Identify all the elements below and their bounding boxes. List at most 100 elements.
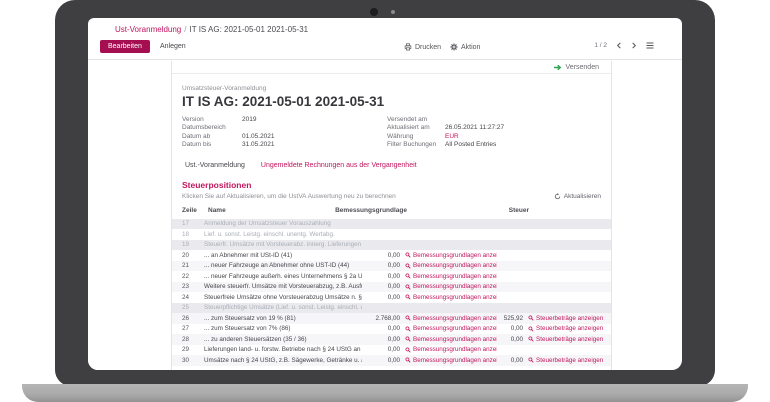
row-name: ... neuer Fahrzeuge außerh. eines Untern…: [204, 273, 362, 280]
chevron-right-icon: [631, 42, 637, 49]
show-base-amounts-link[interactable]: Bemessungsgrundlagen anzeigen: [405, 325, 497, 332]
document-card: Versenden Umsatzsteuer-Voranmeldung IT I…: [172, 61, 612, 370]
base-link-label: Bemessungsgrundlagen anzeigen: [413, 346, 497, 353]
print-button[interactable]: Drucken: [404, 43, 441, 51]
next-page-button[interactable]: [631, 42, 637, 49]
meta-value: 2019: [242, 116, 256, 124]
breadcrumb-separator: /: [184, 25, 186, 34]
magnifier-icon: [405, 273, 411, 279]
row-name: Anmeldung der Umsatzsteuer Vorauszahlung: [204, 220, 362, 227]
meta-label: Datumsbereich: [182, 124, 242, 132]
row-line-number: 23: [182, 283, 204, 290]
tab-unreported-invoices[interactable]: Ungemeldete Rechnungen aus der Vergangen…: [261, 162, 417, 169]
edit-button[interactable]: Bearbeiten: [100, 40, 150, 53]
table-row: 24 Steuerfreie Umsätze ohne Vorsteuerabz…: [172, 292, 611, 303]
refresh-button[interactable]: Aktualisieren: [554, 193, 601, 200]
row-line-number: 20: [182, 252, 204, 259]
metadata-right-column: Versendet am Aktualisiert am26.05.2021 1…: [387, 116, 601, 150]
magnifier-icon: [405, 326, 411, 332]
tax-link-label: Steuerbeträge anzeigen: [536, 315, 603, 322]
breadcrumb: Ust-Voranmeldung/IT IS AG: 2021-05-01 20…: [115, 25, 308, 34]
refresh-icon: [554, 193, 561, 200]
create-button[interactable]: Anlegen: [154, 40, 192, 53]
row-base-value: 0,00: [366, 325, 400, 332]
base-link-label: Bemessungsgrundlagen anzeigen: [413, 315, 497, 322]
row-line-number: 29: [182, 346, 204, 353]
show-base-amounts-link[interactable]: Bemessungsgrundlagen anzeigen: [405, 283, 497, 290]
page-title: IT IS AG: 2021-05-01 2021-05-31: [182, 94, 601, 109]
show-tax-amounts-link[interactable]: Steuerbeträge anzeigen: [528, 357, 603, 364]
row-name: Steuerfr. Umsätze mit Vorsteuerabz. inne…: [204, 241, 362, 248]
tab-ustva[interactable]: Ust.-Voranmeldung: [185, 162, 245, 169]
base-link-label: Bemessungsgrundlagen anzeigen: [413, 336, 497, 343]
meta-label: Datum bis: [182, 141, 242, 149]
row-tax-value: 0,00: [497, 325, 523, 332]
list-view-button[interactable]: [646, 42, 654, 49]
row-base-value: 0,00: [366, 336, 400, 343]
table-header: Zeile Name Bemessungsgrundlage Steuer: [182, 207, 601, 219]
row-name: Lief. u. sonst. Leistg. einschl. unentg.…: [204, 231, 362, 238]
menu-icon: [646, 42, 654, 49]
base-link-label: Bemessungsgrundlagen anzeigen: [413, 357, 497, 364]
row-line-number: 30: [182, 357, 204, 364]
magnifier-icon: [405, 315, 411, 321]
tax-link-label: Steuerbeträge anzeigen: [536, 357, 603, 364]
show-base-amounts-link[interactable]: Bemessungsgrundlagen anzeigen: [405, 252, 497, 259]
doc-type-label: Umsatzsteuer-Voranmeldung: [182, 85, 601, 92]
magnifier-icon: [405, 252, 411, 258]
chevron-left-icon: [616, 42, 622, 49]
printer-icon: [404, 43, 412, 51]
row-base-value: 0,00: [366, 262, 400, 269]
meta-value: All Posted Entries: [445, 141, 496, 149]
left-sidebar: [88, 61, 172, 370]
action-label: Aktion: [461, 44, 480, 51]
table-row: 18 Lief. u. sonst. Leistg. einschl. unen…: [172, 229, 611, 240]
column-header-tax: Steuer: [509, 207, 529, 214]
magnifier-icon: [405, 347, 411, 353]
row-base-value: 0,00: [366, 273, 400, 280]
prev-page-button[interactable]: [616, 42, 622, 49]
table-row: 17 Anmeldung der Umsatzsteuer Vorauszahl…: [172, 219, 611, 230]
page: Ust-Voranmeldung/ IT IS AG: 2021-05-01 20…: [0, 0, 770, 402]
table-row: 21 ... neuer Fahrzeuge an Abnehmer ohne …: [172, 261, 611, 272]
row-line-number: 22: [182, 273, 204, 280]
meta-label: Filter Buchungen: [387, 141, 445, 149]
arrow-right-icon: [553, 64, 562, 71]
meta-value: 31.05.2021: [242, 141, 275, 149]
row-base-value: 0,00: [366, 357, 400, 364]
show-base-amounts-link[interactable]: Bemessungsgrundlagen anzeigen: [405, 346, 497, 353]
action-menu-button[interactable]: Aktion: [450, 43, 480, 51]
show-base-amounts-link[interactable]: Bemessungsgrundlagen anzeigen: [405, 294, 497, 301]
meta-label: Aktualisiert am: [387, 124, 445, 132]
send-button[interactable]: Versenden: [566, 64, 599, 71]
pagination: 1 / 2: [594, 42, 654, 49]
row-tax-value: 525,92: [497, 315, 523, 322]
show-base-amounts-link[interactable]: Bemessungsgrundlagen anzeigen: [405, 273, 497, 280]
table-row: 29 Lieferungen land- u. forstw. Betriebe…: [172, 345, 611, 356]
camera-icon: [370, 8, 378, 16]
breadcrumb-section-link[interactable]: Ust-Voranmeldung: [115, 25, 181, 34]
show-tax-amounts-link[interactable]: Steuerbeträge anzeigen: [528, 325, 603, 332]
row-base-value: 2.768,00: [366, 315, 400, 322]
base-link-label: Bemessungsgrundlagen anzeigen: [413, 262, 497, 269]
show-tax-amounts-link[interactable]: Steuerbeträge anzeigen: [528, 315, 603, 322]
column-header-name: Name: [208, 207, 226, 214]
row-line-number: 28: [182, 336, 204, 343]
send-bar: Versenden: [172, 61, 611, 74]
show-tax-amounts-link[interactable]: Steuerbeträge anzeigen: [528, 336, 603, 343]
magnifier-icon: [405, 263, 411, 269]
base-link-label: Bemessungsgrundlagen anzeigen: [413, 294, 497, 301]
app-screen: Ust-Voranmeldung/ IT IS AG: 2021-05-01 20…: [88, 18, 682, 370]
column-header-base: Bemessungsgrundlage: [335, 207, 407, 214]
show-base-amounts-link[interactable]: Bemessungsgrundlagen anzeigen: [405, 262, 497, 269]
row-base-value: 0,00: [366, 283, 400, 290]
page-indicator: 1 / 2: [594, 42, 607, 49]
base-link-label: Bemessungsgrundlagen anzeigen: [413, 252, 497, 259]
show-base-amounts-link[interactable]: Bemessungsgrundlagen anzeigen: [405, 357, 497, 364]
show-base-amounts-link[interactable]: Bemessungsgrundlagen anzeigen: [405, 336, 497, 343]
row-base-value: 0,00: [366, 294, 400, 301]
row-name: Umsätze nach § 24 UStG, z.B. Sägewerke, …: [204, 357, 362, 364]
meta-label: Versendet am: [387, 116, 445, 124]
row-tax-value: 0,00: [497, 336, 523, 343]
show-base-amounts-link[interactable]: Bemessungsgrundlagen anzeigen: [405, 315, 497, 322]
